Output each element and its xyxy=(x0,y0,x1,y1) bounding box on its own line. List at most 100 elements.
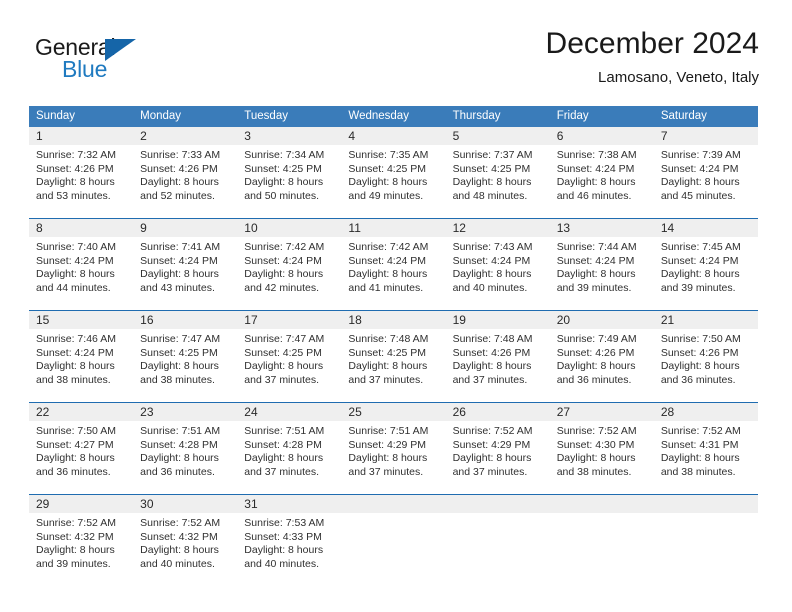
calendar-day-cell[interactable]: 20 Sunrise: 7:49 AM Sunset: 4:26 PM Dayligh… xyxy=(549,311,654,393)
sunset-text: Sunset: 4:32 PM xyxy=(140,530,218,543)
day-details: Sunrise: 7:44 AM Sunset: 4:24 PM Daylight:… xyxy=(549,237,654,296)
calendar-page: General Blue December 2024 Lamosano, Ven… xyxy=(0,0,792,612)
daylight-text-line2: and 37 minutes. xyxy=(452,373,528,386)
sunrise-text: Sunrise: 7:48 AM xyxy=(348,333,429,345)
calendar-day-cell[interactable]: 6 Sunrise: 7:38 AM Sunset: 4:24 PM Daylight… xyxy=(549,127,654,209)
sunset-text: Sunset: 4:29 PM xyxy=(348,438,427,451)
daylight-text-line1: Daylight: 8 hours xyxy=(452,452,532,465)
daylight-text-line2: and 36 minutes. xyxy=(556,373,632,386)
calendar-day-cell[interactable]: 12 Sunrise: 7:43 AM Sunset: 4:24 PM Dayligh… xyxy=(445,219,550,301)
calendar-day-cell[interactable]: 5 Sunrise: 7:37 AM Sunset: 4:25 PM Daylight… xyxy=(445,127,550,209)
daylight-text-line1: Daylight: 8 hours xyxy=(452,176,532,189)
sunset-text: Sunset: 4:28 PM xyxy=(140,438,218,451)
calendar-day-cell[interactable]: 8 Sunrise: 7:40 AM Sunset: 4:24 PM Daylight… xyxy=(29,219,134,301)
sunrise-text: Sunrise: 7:40 AM xyxy=(36,241,116,253)
calendar-day-cell[interactable]: 18 Sunrise: 7:48 AM Sunset: 4:25 PM Dayligh… xyxy=(341,311,446,393)
day-details: Sunrise: 7:38 AM Sunset: 4:24 PM Daylight:… xyxy=(549,145,654,204)
sunset-text: Sunset: 4:24 PM xyxy=(348,254,427,267)
sunset-text: Sunset: 4:24 PM xyxy=(556,254,635,267)
sunrise-text: Sunrise: 7:50 AM xyxy=(660,333,741,345)
day-details: Sunrise: 7:52 AM Sunset: 4:31 PM Daylight:… xyxy=(653,421,758,480)
day-number: 12 xyxy=(445,219,550,237)
day-number: 4 xyxy=(341,127,446,145)
daylight-text-line2: and 46 minutes. xyxy=(556,189,632,202)
calendar-day-cell[interactable]: 10 Sunrise: 7:42 AM Sunset: 4:24 PM Dayligh… xyxy=(237,219,342,301)
calendar-day-cell[interactable]: 28 Sunrise: 7:52 AM Sunset: 4:31 PM Dayligh… xyxy=(653,403,758,485)
sunrise-text: Sunrise: 7:37 AM xyxy=(452,149,533,161)
calendar-day-cell[interactable]: 11 Sunrise: 7:42 AM Sunset: 4:24 PM Dayligh… xyxy=(341,219,446,301)
day-number: 7 xyxy=(653,127,758,145)
sunset-text: Sunset: 4:24 PM xyxy=(452,254,531,267)
day-details: Sunrise: 7:35 AM Sunset: 4:25 PM Daylight:… xyxy=(341,145,446,204)
daylight-text-line2: and 38 minutes. xyxy=(556,465,632,478)
daylight-text-line2: and 37 minutes. xyxy=(348,465,424,478)
calendar-week-row: 29 Sunrise: 7:52 AM Sunset: 4:32 PM Dayligh… xyxy=(29,494,758,577)
calendar-day-cell[interactable]: 21 Sunrise: 7:50 AM Sunset: 4:26 PM Dayligh… xyxy=(653,311,758,393)
sunset-text: Sunset: 4:24 PM xyxy=(660,254,739,267)
sunrise-text: Sunrise: 7:34 AM xyxy=(244,149,325,161)
calendar-day-cell[interactable]: 22 Sunrise: 7:50 AM Sunset: 4:27 PM Dayligh… xyxy=(29,403,134,485)
calendar-day-cell[interactable]: 26 Sunrise: 7:52 AM Sunset: 4:29 PM Dayligh… xyxy=(445,403,550,485)
daylight-text-line2: and 53 minutes. xyxy=(36,189,111,202)
calendar-day-cell[interactable]: 3 Sunrise: 7:34 AM Sunset: 4:25 PM Daylight… xyxy=(237,127,342,209)
calendar-day-cell[interactable]: 4 Sunrise: 7:35 AM Sunset: 4:25 PM Daylight… xyxy=(341,127,446,209)
day-number: 10 xyxy=(237,219,342,237)
calendar-day-cell[interactable]: 9 Sunrise: 7:41 AM Sunset: 4:24 PM Daylight… xyxy=(133,219,238,301)
sunrise-text: Sunrise: 7:50 AM xyxy=(36,425,116,437)
calendar-day-cell[interactable]: 2 Sunrise: 7:33 AM Sunset: 4:26 PM Daylight… xyxy=(133,127,238,209)
sunrise-text: Sunrise: 7:45 AM xyxy=(660,241,741,253)
day-number: 30 xyxy=(133,495,238,513)
daylight-text-line1: Daylight: 8 hours xyxy=(36,268,115,281)
day-details: Sunrise: 7:52 AM Sunset: 4:32 PM Daylight:… xyxy=(133,513,238,572)
sunset-text: Sunset: 4:24 PM xyxy=(36,346,114,359)
page-title: December 2024 xyxy=(545,27,759,60)
day-details: Sunrise: 7:52 AM Sunset: 4:29 PM Daylight:… xyxy=(445,421,550,480)
day-details: Sunrise: 7:45 AM Sunset: 4:24 PM Daylight:… xyxy=(653,237,758,296)
daylight-text-line1: Daylight: 8 hours xyxy=(660,176,740,189)
daylight-text-line1: Daylight: 8 hours xyxy=(140,176,219,189)
sunset-text: Sunset: 4:32 PM xyxy=(36,530,114,543)
calendar-day-cell[interactable]: 23 Sunrise: 7:51 AM Sunset: 4:28 PM Dayligh… xyxy=(133,403,238,485)
calendar-day-cell[interactable]: 29 Sunrise: 7:52 AM Sunset: 4:32 PM Dayligh… xyxy=(29,495,134,577)
day-details: Sunrise: 7:47 AM Sunset: 4:25 PM Daylight:… xyxy=(237,329,342,388)
calendar-day-cell[interactable]: 19 Sunrise: 7:48 AM Sunset: 4:26 PM Dayligh… xyxy=(445,311,550,393)
brand-logo[interactable]: General Blue xyxy=(29,34,229,92)
day-number: 15 xyxy=(29,311,134,329)
calendar-day-cell[interactable]: 1 Sunrise: 7:32 AM Sunset: 4:26 PM Daylight… xyxy=(29,127,134,209)
calendar-day-cell[interactable]: 25 Sunrise: 7:51 AM Sunset: 4:29 PM Dayligh… xyxy=(341,403,446,485)
daylight-text-line1: Daylight: 8 hours xyxy=(36,452,115,465)
sunrise-text: Sunrise: 7:51 AM xyxy=(140,425,221,437)
daylight-text-line1: Daylight: 8 hours xyxy=(244,544,324,557)
calendar-day-cell[interactable]: 24 Sunrise: 7:51 AM Sunset: 4:28 PM Dayligh… xyxy=(237,403,342,485)
day-number: 6 xyxy=(549,127,654,145)
sunset-text: Sunset: 4:25 PM xyxy=(452,162,531,175)
sunrise-text: Sunrise: 7:42 AM xyxy=(348,241,429,253)
calendar-day-cell[interactable]: 7 Sunrise: 7:39 AM Sunset: 4:24 PM Daylight… xyxy=(653,127,758,209)
calendar-day-cell[interactable]: 17 Sunrise: 7:47 AM Sunset: 4:25 PM Dayligh… xyxy=(237,311,342,393)
sunrise-text: Sunrise: 7:51 AM xyxy=(244,425,325,437)
day-details: Sunrise: 7:50 AM Sunset: 4:27 PM Daylight:… xyxy=(29,421,134,480)
day-number xyxy=(653,495,758,513)
daylight-text-line1: Daylight: 8 hours xyxy=(348,268,428,281)
daylight-text-line2: and 44 minutes. xyxy=(36,281,111,294)
day-details: Sunrise: 7:33 AM Sunset: 4:26 PM Daylight:… xyxy=(133,145,238,204)
day-number: 1 xyxy=(29,127,134,145)
calendar-day-cell[interactable]: 13 Sunrise: 7:44 AM Sunset: 4:24 PM Dayligh… xyxy=(549,219,654,301)
calendar-day-cell[interactable]: 15 Sunrise: 7:46 AM Sunset: 4:24 PM Dayligh… xyxy=(29,311,134,393)
calendar-day-cell[interactable]: 30 Sunrise: 7:52 AM Sunset: 4:32 PM Dayligh… xyxy=(133,495,238,577)
daylight-text-line2: and 52 minutes. xyxy=(140,189,215,202)
calendar-day-cell[interactable]: 31 Sunrise: 7:53 AM Sunset: 4:33 PM Dayligh… xyxy=(237,495,342,577)
daylight-text-line1: Daylight: 8 hours xyxy=(556,176,636,189)
day-number: 9 xyxy=(133,219,238,237)
sunrise-text: Sunrise: 7:43 AM xyxy=(452,241,533,253)
calendar-day-cell[interactable]: 27 Sunrise: 7:52 AM Sunset: 4:30 PM Dayligh… xyxy=(549,403,654,485)
calendar-day-cell[interactable]: 16 Sunrise: 7:47 AM Sunset: 4:25 PM Dayligh… xyxy=(133,311,238,393)
calendar-day-cell[interactable]: 14 Sunrise: 7:45 AM Sunset: 4:24 PM Dayligh… xyxy=(653,219,758,301)
sunrise-text: Sunrise: 7:46 AM xyxy=(36,333,116,345)
day-number: 25 xyxy=(341,403,446,421)
daylight-text-line1: Daylight: 8 hours xyxy=(452,360,532,373)
day-number: 29 xyxy=(29,495,134,513)
day-details: Sunrise: 7:42 AM Sunset: 4:24 PM Daylight:… xyxy=(237,237,342,296)
daylight-text-line1: Daylight: 8 hours xyxy=(140,268,219,281)
day-details xyxy=(653,513,758,517)
